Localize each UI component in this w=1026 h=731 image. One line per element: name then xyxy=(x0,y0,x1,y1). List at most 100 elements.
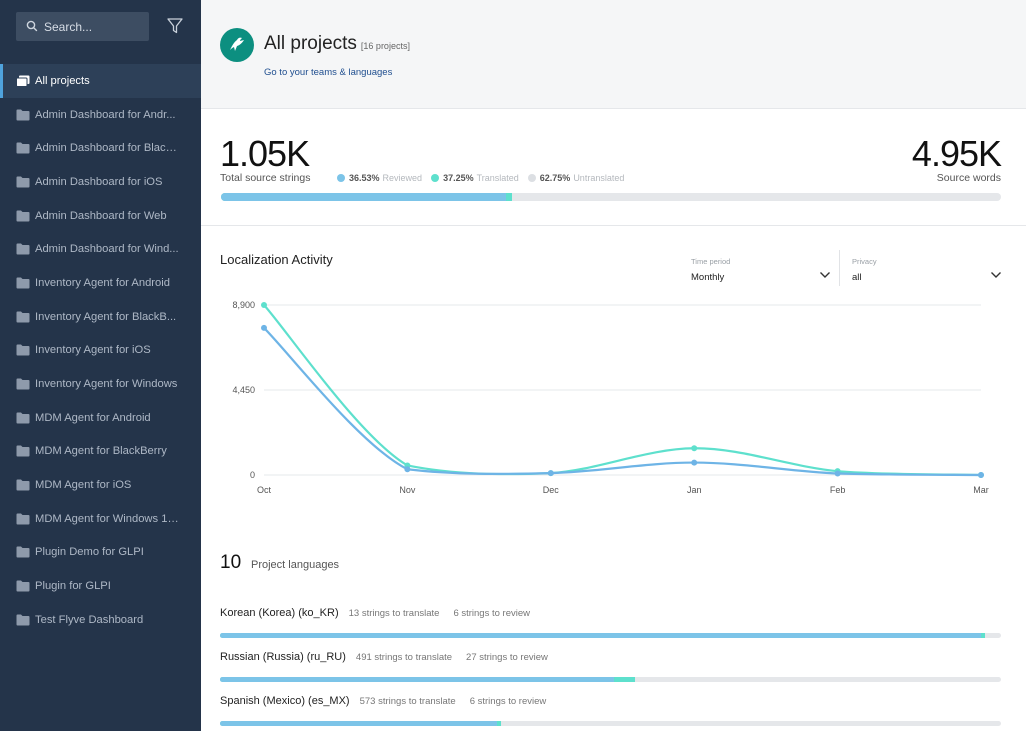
sidebar-item-label: MDM Agent for Android xyxy=(35,411,151,424)
chevron-down-icon xyxy=(820,272,830,278)
privacy-select[interactable]: Privacy all xyxy=(852,250,1002,286)
sidebar-item-project[interactable]: Plugin for GLPI xyxy=(0,569,201,603)
sidebar-item-project[interactable]: Inventory Agent for Android xyxy=(0,266,201,300)
sidebar-item-project[interactable]: Inventory Agent for Windows xyxy=(0,367,201,401)
source-strings-label: Total source strings xyxy=(220,172,311,184)
folder-icon xyxy=(16,109,30,121)
sidebar-item-project[interactable]: Inventory Agent for BlackB... xyxy=(0,300,201,334)
time-period-select[interactable]: Time period Monthly xyxy=(691,250,831,286)
sidebar-item-project[interactable]: MDM Agent for Android xyxy=(0,401,201,435)
strings-to-review: 6 strings to review xyxy=(469,696,547,707)
language-name-line: Spanish (Mexico) (es_MX) 573 strings to t… xyxy=(220,695,546,707)
sidebar-item-label: Admin Dashboard for Black... xyxy=(35,142,180,155)
project-list: All projects Admin Dashboard for Andr... A… xyxy=(0,64,201,637)
x-tick-label: Mar xyxy=(973,485,989,495)
time-period-caption: Time period xyxy=(691,257,731,266)
sidebar-item-project[interactable]: Test Flyve Dashboard xyxy=(0,603,201,637)
reviewed-dot xyxy=(337,174,345,182)
page-header: All projects [16 projects] Go to your tea… xyxy=(201,0,1026,109)
source-words-label: Source words xyxy=(936,172,1001,184)
sidebar-item-label: MDM Agent for iOS xyxy=(35,479,132,492)
language-name: Spanish (Mexico) (es_MX) xyxy=(220,695,350,707)
main-content: All projects [16 projects] Go to your tea… xyxy=(201,0,1026,731)
search-icon xyxy=(26,20,38,32)
sidebar-item-project[interactable]: Admin Dashboard for Wind... xyxy=(0,232,201,266)
strings-to-translate: 573 strings to translate xyxy=(359,696,456,707)
sidebar: All projects Admin Dashboard for Andr... A… xyxy=(0,0,201,731)
data-point xyxy=(834,470,841,477)
time-period-value: Monthly xyxy=(691,272,725,283)
folder-icon xyxy=(16,344,30,356)
sidebar-item-label: Inventory Agent for Windows xyxy=(35,378,178,391)
stats-panel: 1.05K Total source strings 36.53% Review… xyxy=(201,110,1026,226)
strings-to-review: 27 strings to review xyxy=(466,652,548,663)
folder-icon xyxy=(16,580,30,592)
data-point xyxy=(978,472,984,478)
language-row[interactable]: Korean (Korea) (ko_KR) 13 strings to tran… xyxy=(220,607,1002,651)
language-progress-bar xyxy=(220,633,1001,638)
language-row[interactable]: Russian (Russia) (ru_RU) 491 strings to t… xyxy=(220,651,1002,695)
activity-title: Localization Activity xyxy=(220,252,333,267)
y-tick-label: 0 xyxy=(250,470,255,480)
sidebar-item-project[interactable]: Inventory Agent for iOS xyxy=(0,334,201,368)
sidebar-item-label: Plugin for GLPI xyxy=(35,580,111,593)
progress-reviewed xyxy=(221,193,506,201)
stacked-folders-icon xyxy=(16,75,30,87)
overall-progress-bar xyxy=(221,193,1001,201)
sidebar-item-project[interactable]: MDM Agent for BlackBerry xyxy=(0,435,201,469)
search-input[interactable] xyxy=(44,12,144,41)
data-point xyxy=(691,459,698,466)
languages-count: 10 xyxy=(220,552,242,573)
localization-activity-chart: 0 4,450 8,900 Oct Nov Dec Jan Feb Mar xyxy=(232,300,989,495)
strings-to-translate: 491 strings to translate xyxy=(355,652,453,663)
folder-icon xyxy=(16,311,30,323)
x-tick-label: Feb xyxy=(830,485,846,495)
untranslated-label: Untranslated xyxy=(573,173,625,183)
language-progress-reviewed xyxy=(220,633,982,638)
folder-icon xyxy=(16,243,30,255)
folder-icon xyxy=(16,176,30,188)
series-line xyxy=(263,327,982,477)
sidebar-item-label: Plugin Demo for GLPI xyxy=(35,546,144,559)
y-tick-label: 4,450 xyxy=(232,385,255,395)
data-point xyxy=(261,302,267,308)
sidebar-item-project[interactable]: Admin Dashboard for Black... xyxy=(0,131,201,165)
x-tick-label: Jan xyxy=(687,485,702,495)
sidebar-item-project[interactable]: Admin Dashboard for Andr... xyxy=(0,98,201,132)
sidebar-item-project[interactable]: Admin Dashboard for Web xyxy=(0,199,201,233)
reviewed-label: Reviewed xyxy=(382,173,423,183)
sidebar-item-project[interactable]: MDM Agent for iOS xyxy=(0,468,201,502)
filter-icon[interactable] xyxy=(166,17,184,35)
sidebar-item-label: All projects xyxy=(35,74,90,87)
language-row[interactable]: Spanish (Mexico) (es_MX) 573 strings to t… xyxy=(220,695,1002,731)
language-progress-reviewed xyxy=(220,677,615,682)
data-point xyxy=(404,466,411,473)
language-progress-bar xyxy=(220,721,1001,726)
sidebar-item-label: Inventory Agent for Android xyxy=(35,276,170,289)
folder-icon xyxy=(16,513,30,525)
search-box[interactable] xyxy=(16,12,149,41)
page-title-text: All projects xyxy=(264,33,357,54)
sidebar-item-label: Admin Dashboard for Wind... xyxy=(35,243,179,256)
project-count: [16 projects] xyxy=(360,41,410,51)
sidebar-item-all-projects[interactable]: All projects xyxy=(0,64,201,98)
data-point xyxy=(691,445,698,452)
progress-legend: 36.53% Reviewed 37.25% Translated 62.75%… xyxy=(337,173,633,183)
teams-languages-link[interactable]: Go to your teams & languages xyxy=(264,67,392,78)
sidebar-item-label: Inventory Agent for iOS xyxy=(35,344,151,357)
sidebar-item-project[interactable]: Plugin Demo for GLPI xyxy=(0,536,201,570)
select-divider xyxy=(839,250,840,286)
language-progress-reviewed xyxy=(220,721,498,726)
strings-to-review: 6 strings to review xyxy=(453,608,530,619)
folder-icon xyxy=(16,546,30,558)
language-progress-bar xyxy=(220,677,1001,682)
sidebar-item-project[interactable]: Admin Dashboard for iOS xyxy=(0,165,201,199)
y-tick-label: 8,900 xyxy=(232,300,255,310)
chevron-down-icon xyxy=(991,272,1001,278)
folder-icon xyxy=(16,614,30,626)
bird-icon xyxy=(230,37,244,51)
sidebar-item-project[interactable]: MDM Agent for Windows 10... xyxy=(0,502,201,536)
folder-icon xyxy=(16,142,30,154)
data-point xyxy=(547,470,554,477)
sidebar-item-label: Test Flyve Dashboard xyxy=(35,613,144,626)
